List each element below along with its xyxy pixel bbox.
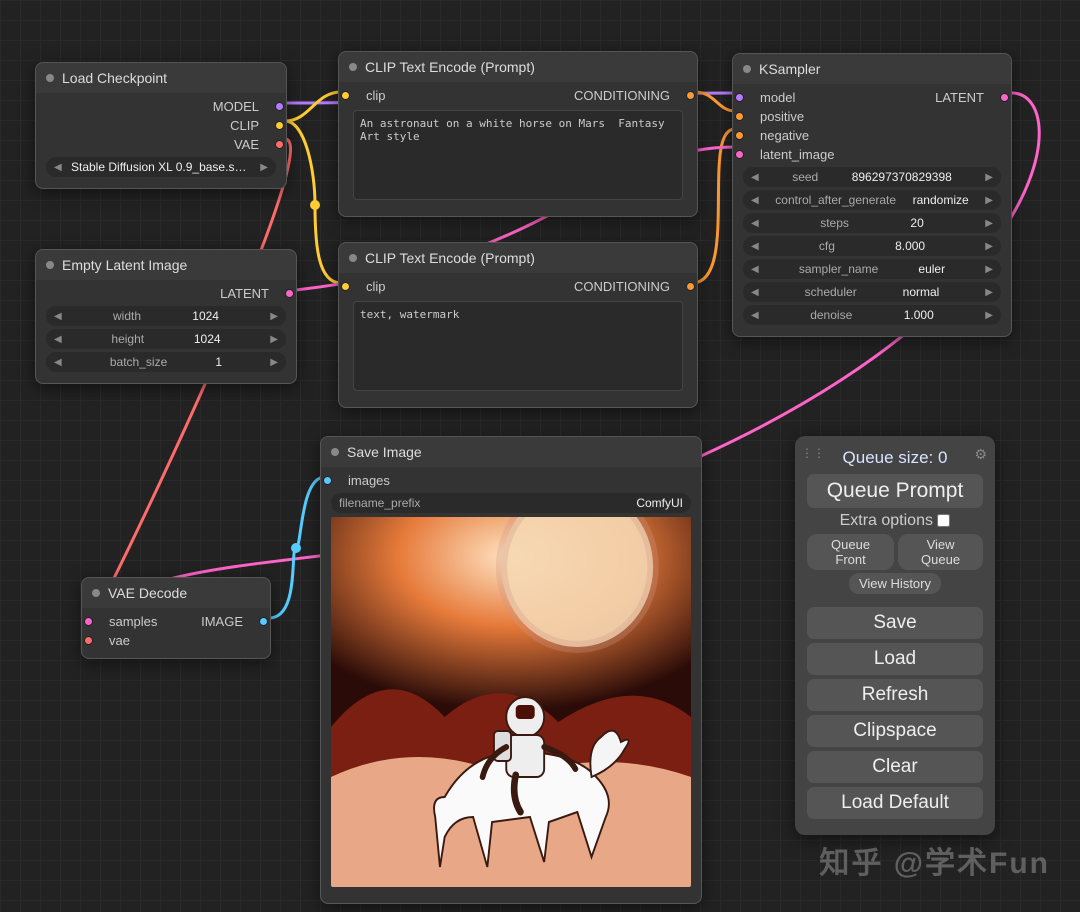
node-load-checkpoint[interactable]: Load Checkpoint MODEL CLIP VAE ◀ Stable … (35, 62, 287, 189)
view-history-button[interactable]: View History (849, 573, 941, 594)
chevron-left-icon[interactable]: ◀ (54, 162, 62, 173)
watermark-text: 知乎 @学术Fun (819, 838, 1050, 882)
input-port-positive[interactable] (735, 112, 744, 121)
load-button[interactable]: Load (807, 643, 983, 675)
collapse-dot-icon[interactable] (92, 589, 100, 597)
drag-handle-icon[interactable]: ⋮⋮ (801, 446, 825, 460)
output-port-latent[interactable] (285, 289, 294, 298)
collapse-dot-icon[interactable] (46, 74, 54, 82)
output-port-vae[interactable] (275, 140, 284, 149)
widget-denoise[interactable]: ◀denoise1.000▶ (743, 305, 1001, 325)
collapse-dot-icon[interactable] (349, 254, 357, 262)
output-port-conditioning[interactable] (686, 282, 695, 291)
widget-seed[interactable]: ◀seed896297370829398▶ (743, 167, 1001, 187)
output-label: LATENT (220, 286, 269, 301)
clear-button[interactable]: Clear (807, 751, 983, 783)
output-label: CLIP (230, 118, 259, 133)
widget-control-after-generate[interactable]: ◀control_after_generaterandomize▶ (743, 190, 1001, 210)
output-port-clip[interactable] (275, 121, 284, 130)
node-title: Save Image (347, 444, 422, 460)
collapse-dot-icon[interactable] (331, 448, 339, 456)
output-port-latent[interactable] (1000, 93, 1009, 102)
refresh-button[interactable]: Refresh (807, 679, 983, 711)
node-vae-decode[interactable]: VAE Decode samplesIMAGE vae (81, 577, 271, 659)
input-port-images[interactable] (323, 476, 332, 485)
input-port-latent[interactable] (735, 150, 744, 159)
queue-size-label: Queue size: 0 (807, 448, 983, 468)
chevron-right-icon[interactable]: ▶ (260, 162, 268, 173)
node-title: KSampler (759, 61, 820, 77)
collapse-dot-icon[interactable] (743, 65, 751, 73)
node-title: CLIP Text Encode (Prompt) (365, 250, 535, 266)
node-header[interactable]: Empty Latent Image (36, 250, 296, 280)
widget-filename-prefix[interactable]: filename_prefix ComfyUI (331, 493, 691, 513)
node-empty-latent[interactable]: Empty Latent Image LATENT ◀width1024▶ ◀h… (35, 249, 297, 384)
input-port-model[interactable] (735, 93, 744, 102)
control-panel[interactable]: ⋮⋮ ⚙ Queue size: 0 Queue Prompt Extra op… (795, 436, 995, 835)
queue-prompt-button[interactable]: Queue Prompt (807, 474, 983, 508)
node-title: Load Checkpoint (62, 70, 167, 86)
extra-options-row[interactable]: Extra options (807, 512, 983, 530)
prompt-textarea[interactable]: An astronaut on a white horse on Mars Fa… (353, 110, 683, 200)
node-title: Empty Latent Image (62, 257, 187, 273)
output-port-conditioning[interactable] (686, 91, 695, 100)
output-port-model[interactable] (275, 102, 284, 111)
node-save-image[interactable]: Save Image images filename_prefix ComfyU… (320, 436, 702, 904)
queue-front-button[interactable]: Queue Front (807, 534, 894, 570)
node-clip-positive[interactable]: CLIP Text Encode (Prompt) clip CONDITION… (338, 51, 698, 217)
collapse-dot-icon[interactable] (349, 63, 357, 71)
load-default-button[interactable]: Load Default (807, 787, 983, 819)
widget-scheduler[interactable]: ◀schedulernormal▶ (743, 282, 1001, 302)
node-title: CLIP Text Encode (Prompt) (365, 59, 535, 75)
collapse-dot-icon[interactable] (46, 261, 54, 269)
extra-options-checkbox[interactable] (937, 514, 950, 527)
output-label: VAE (234, 137, 259, 152)
widget-batch-size[interactable]: ◀batch_size1▶ (46, 352, 286, 372)
output-label: MODEL (213, 99, 259, 114)
node-title: VAE Decode (108, 585, 187, 601)
widget-sampler-name[interactable]: ◀sampler_nameeuler▶ (743, 259, 1001, 279)
image-preview[interactable] (331, 517, 691, 887)
node-header[interactable]: Load Checkpoint (36, 63, 286, 93)
output-port-image[interactable] (259, 617, 268, 626)
widget-height[interactable]: ◀height1024▶ (46, 329, 286, 349)
node-ksampler[interactable]: KSampler modelLATENT positive negative l… (732, 53, 1012, 337)
widget-ckpt-name[interactable]: ◀ Stable Diffusion XL 0.9_base.safetenso… (46, 157, 276, 177)
input-port-samples[interactable] (84, 617, 93, 626)
input-port-vae[interactable] (84, 636, 93, 645)
widget-width[interactable]: ◀width1024▶ (46, 306, 286, 326)
input-port-clip[interactable] (341, 91, 350, 100)
clipspace-button[interactable]: Clipspace (807, 715, 983, 747)
view-queue-button[interactable]: View Queue (898, 534, 983, 570)
ckpt-name-value: Stable Diffusion XL 0.9_base.safetensors (71, 160, 251, 174)
prompt-textarea[interactable]: text, watermark (353, 301, 683, 391)
input-port-clip[interactable] (341, 282, 350, 291)
gear-icon[interactable]: ⚙ (974, 446, 987, 463)
widget-steps[interactable]: ◀steps20▶ (743, 213, 1001, 233)
save-button[interactable]: Save (807, 607, 983, 639)
widget-cfg[interactable]: ◀cfg8.000▶ (743, 236, 1001, 256)
input-port-negative[interactable] (735, 131, 744, 140)
node-clip-negative[interactable]: CLIP Text Encode (Prompt) clip CONDITION… (338, 242, 698, 408)
